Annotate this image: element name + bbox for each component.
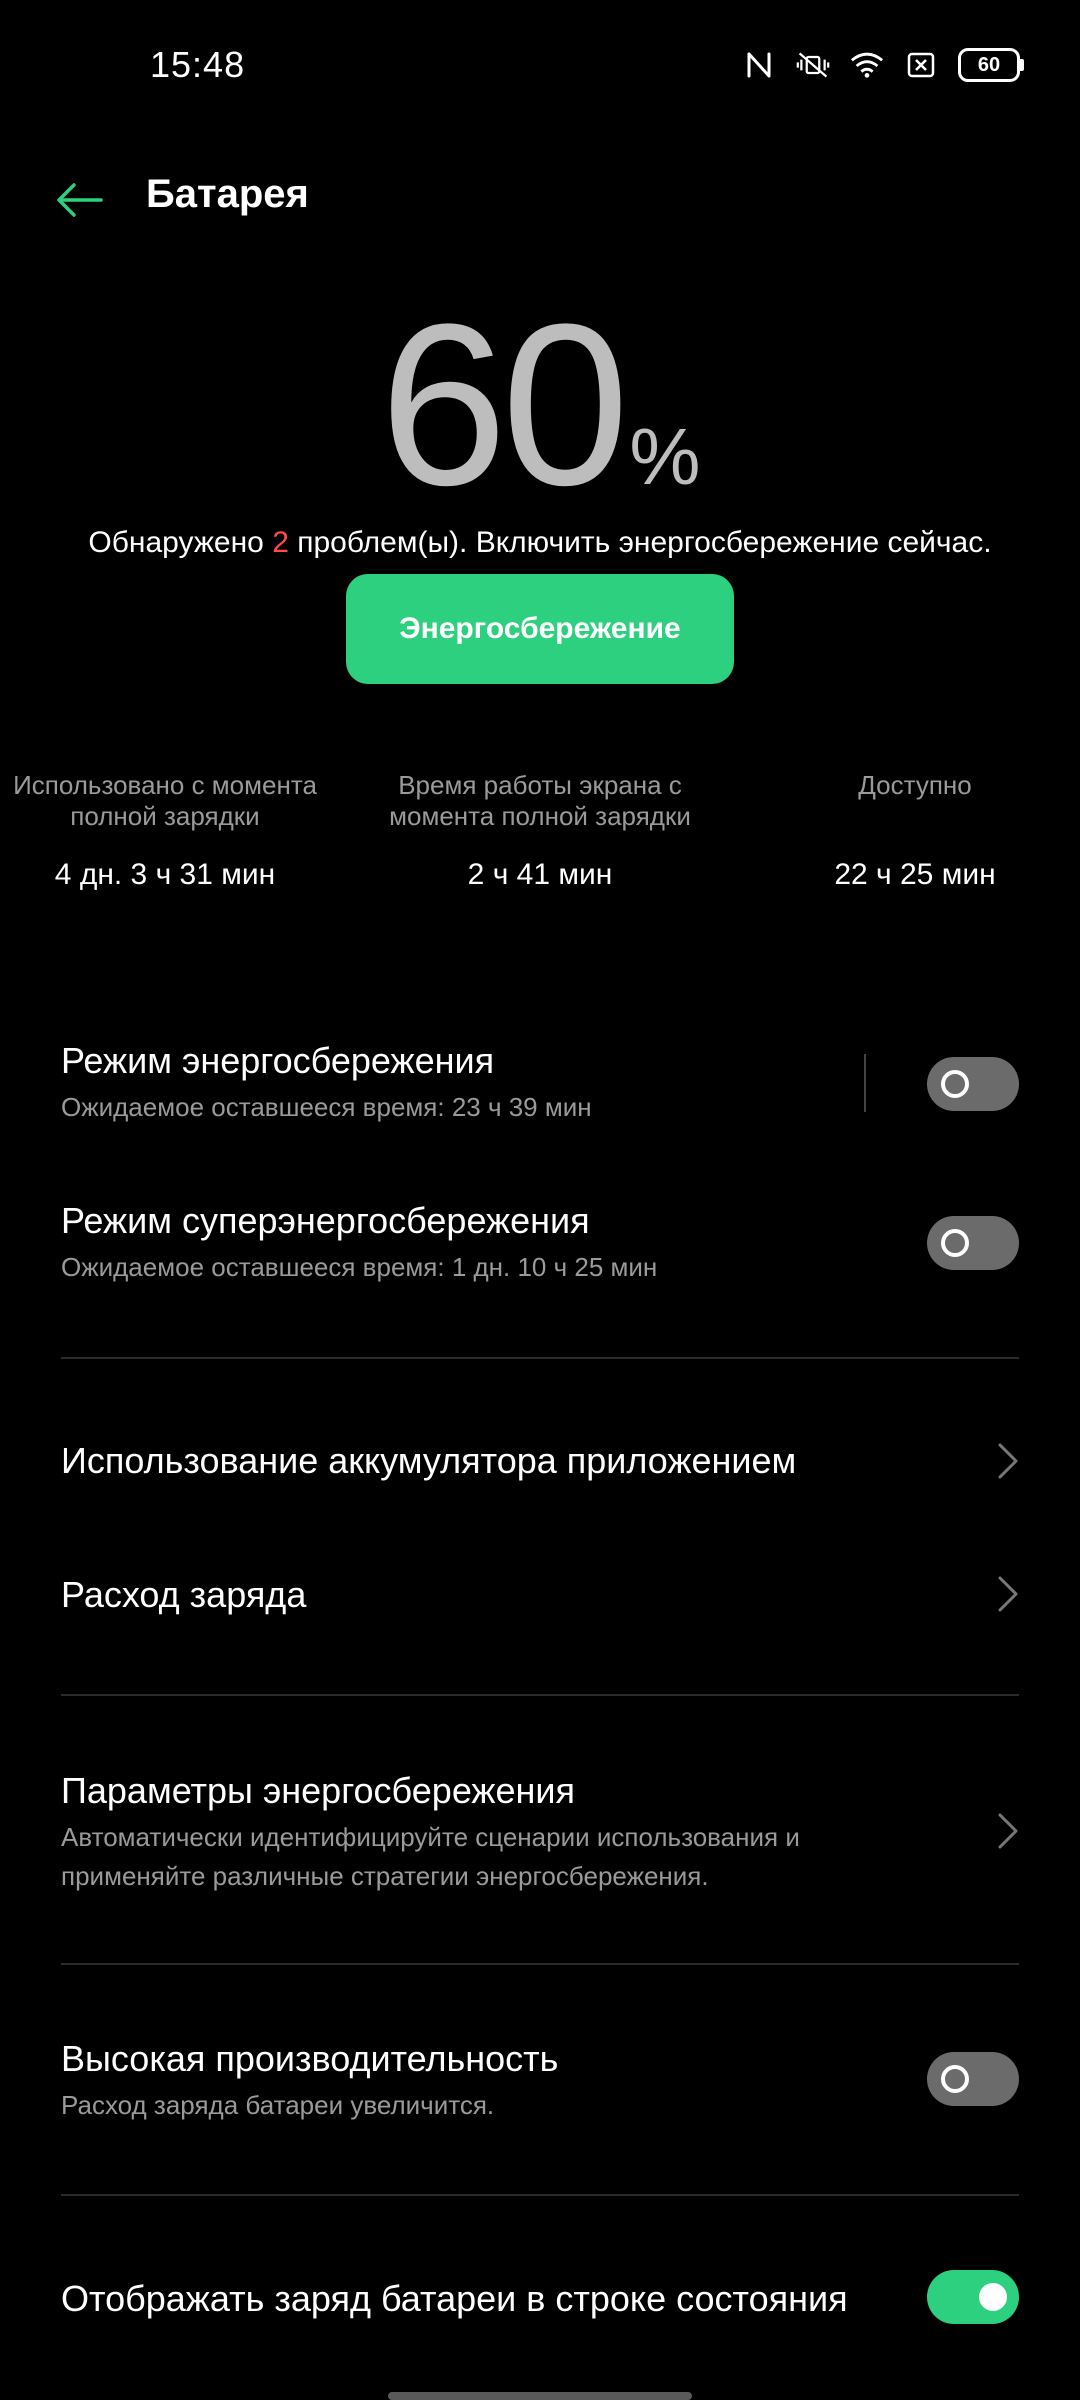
issues-message[interactable]: Обнаружено 2 проблем(ы). Включить энерго…: [0, 526, 1080, 560]
power-saving-toggle[interactable]: [927, 1057, 1019, 1111]
back-button[interactable]: [50, 170, 110, 230]
battery-percent-value: 60: [379, 276, 630, 533]
toggle-knob: [941, 2065, 969, 2093]
stat-available-label: Доступно: [858, 770, 972, 800]
stat-used-since-charge-value: 4 дн. 3 ч 31 мин: [54, 858, 276, 891]
power-saving-title: Режим энергосбережения: [61, 1040, 495, 1081]
app-battery-usage-item[interactable]: Использование аккумулятора приложением: [61, 1440, 941, 1482]
show-battery-status-bar-toggle[interactable]: [927, 2270, 1019, 2324]
high-performance-subtitle: Расход заряда батареи увеличится.: [61, 2090, 495, 2120]
show-battery-status-bar-row[interactable]: Отображать заряд батареи в строке состоя…: [61, 2278, 921, 2320]
nfc-icon: [742, 48, 776, 82]
power-saver-button[interactable]: Энергосбережение: [346, 574, 734, 684]
divider: [61, 1357, 1019, 1359]
toggle-knob: [941, 1070, 969, 1098]
chevron-right-icon: [998, 1443, 1018, 1479]
super-power-saving-row[interactable]: Режим суперэнергосбережения Ожидаемое ос…: [61, 1200, 921, 1287]
super-power-saving-title: Режим суперэнергосбережения: [61, 1200, 590, 1241]
stat-used-since-charge-label: Использовано с момента полной зарядки: [13, 770, 317, 832]
power-saving-subtitle: Ожидаемое оставшееся время: 23 ч 39 мин: [61, 1092, 592, 1122]
back-arrow-icon: [57, 183, 103, 217]
chevron-right-icon: [998, 1813, 1018, 1849]
high-performance-row[interactable]: Высокая производительность Расход заряда…: [61, 2038, 921, 2125]
issues-suffix: проблем(ы). Включить энергосбережение се…: [288, 526, 992, 559]
power-saving-params-item[interactable]: Параметры энергосбережения Автоматически…: [61, 1770, 941, 1896]
battery-percent: 60%: [0, 290, 1080, 520]
page-title: Батарея: [146, 172, 309, 216]
super-power-saving-subtitle: Ожидаемое оставшееся время: 1 дн. 10 ч 2…: [61, 1252, 658, 1282]
issues-count: 2: [272, 526, 289, 559]
super-power-saving-toggle[interactable]: [927, 1216, 1019, 1270]
wifi-icon: [850, 48, 884, 82]
toggle-knob: [979, 2283, 1007, 2311]
status-icons: 60: [742, 48, 1024, 82]
stat-screen-time-label: Время работы экрана с момента полной зар…: [389, 770, 691, 832]
divider: [61, 1694, 1019, 1696]
row-separator: [864, 1054, 866, 1112]
high-performance-toggle[interactable]: [927, 2052, 1019, 2106]
battery-percent-sign: %: [629, 412, 701, 501]
battery-icon: 60: [958, 48, 1024, 82]
divider: [61, 2194, 1019, 2196]
toggle-knob: [941, 1229, 969, 1257]
high-performance-title: Высокая производительность: [61, 2038, 559, 2079]
power-saving-params-title: Параметры энергосбережения: [61, 1770, 576, 1811]
stat-available-value: 22 ч 25 мин: [834, 858, 996, 891]
status-time: 15:48: [150, 44, 246, 85]
mute-vibrate-icon: [796, 48, 830, 82]
charge-consumption-item[interactable]: Расход заряда: [61, 1574, 941, 1616]
issues-prefix: Обнаружено: [88, 526, 273, 559]
power-saving-row[interactable]: Режим энергосбережения Ожидаемое оставше…: [61, 1040, 861, 1127]
power-saving-params-subtitle: Автоматически идентифицируйте сценарии и…: [61, 1822, 800, 1891]
chevron-right-icon: [998, 1576, 1018, 1612]
battery-level-text: 60: [977, 53, 1001, 76]
divider: [61, 1963, 1019, 1965]
home-indicator[interactable]: [388, 2392, 692, 2400]
sim-icon: [904, 48, 938, 82]
stat-screen-time-value: 2 ч 41 мин: [467, 858, 613, 891]
